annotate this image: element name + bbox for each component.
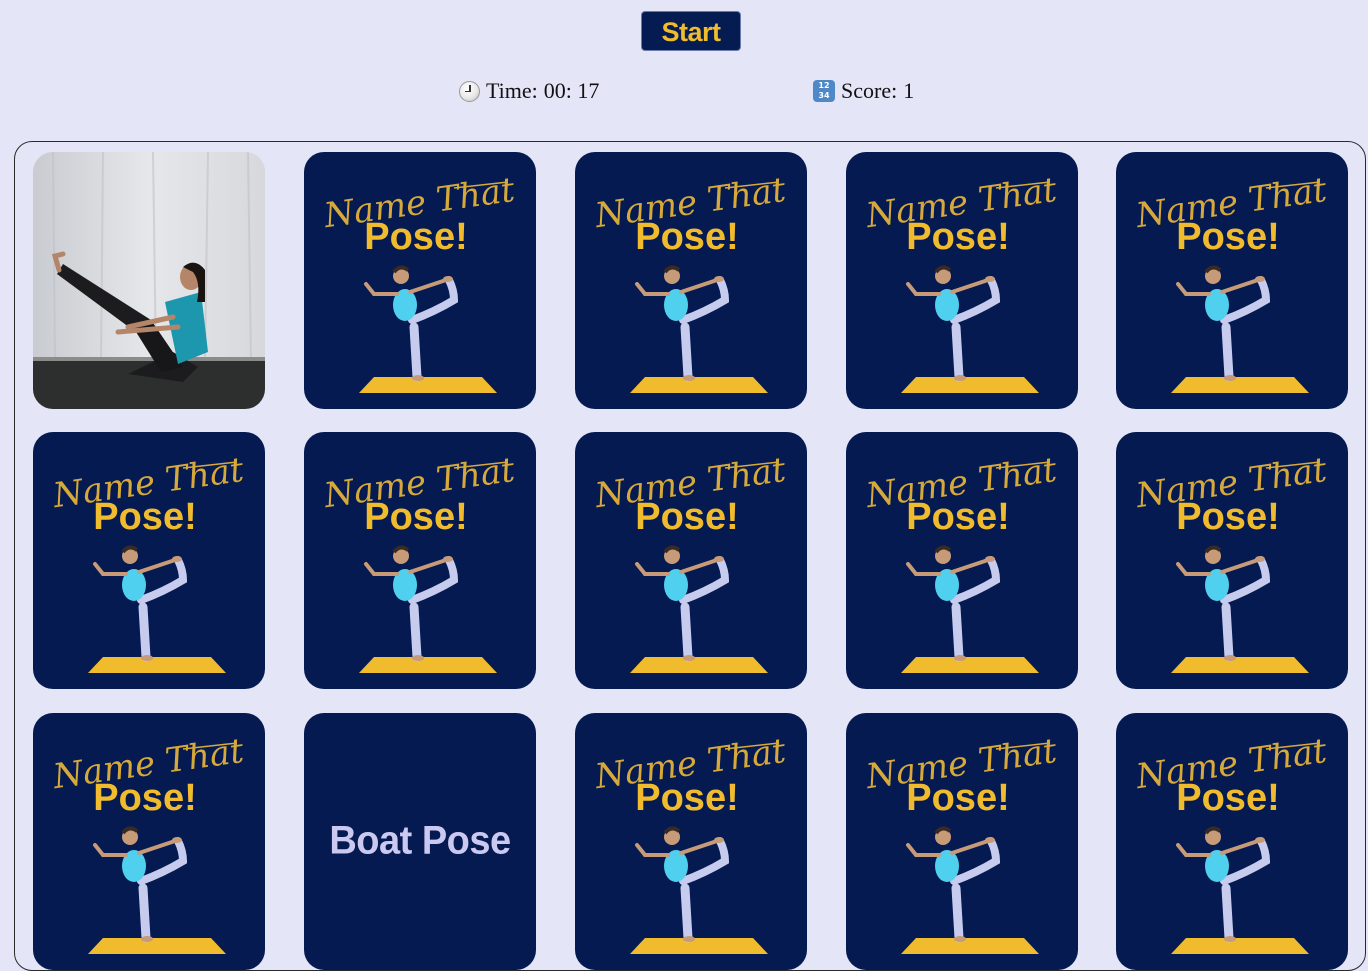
time-label: Time: [486,78,538,103]
memory-card-hidden[interactable]: Name That Pose! [304,152,536,409]
card-back-title: Pose! [1176,496,1279,538]
memory-card-hidden[interactable]: Name That Pose! [1116,432,1348,689]
dancer-pose-icon [635,826,730,943]
yoga-mat-icon [359,377,497,393]
memory-card-hidden[interactable]: Name That Pose! [33,432,265,689]
card-back-art: Name That Pose! [50,450,246,673]
card-back-art: Name That Pose! [1133,731,1329,954]
pose-photo [33,152,265,409]
dancer-pose-icon [635,265,730,382]
memory-card-name[interactable]: Boat Pose [304,713,536,970]
card-back-title: Pose! [906,777,1009,819]
yoga-mat-icon [901,657,1039,673]
score-value: 1 [903,78,915,103]
score-display: 12 34 Score: 1 [813,78,914,104]
card-back-art: Name That Pose! [592,731,788,954]
yoga-mat-icon [901,377,1039,393]
dancer-pose-icon [1176,545,1271,662]
dancer-pose-icon [1176,826,1271,943]
card-back-art: Name That Pose! [50,731,246,954]
dancer-pose-icon [1176,265,1271,382]
dancer-pose-icon [906,826,1001,943]
memory-card-photo[interactable] [33,152,265,409]
yoga-mat-icon [901,938,1039,954]
card-back-art: Name That Pose! [592,170,788,393]
yoga-mat-icon [359,657,497,673]
dancer-pose-icon [93,545,188,662]
card-back-art: Name That Pose! [321,450,517,673]
yoga-mat-icon [1171,377,1309,393]
card-back-title: Pose! [1176,216,1279,258]
score-label: Score: [841,78,898,103]
start-button[interactable]: Start [641,11,741,51]
memory-card-hidden[interactable]: Name That Pose! [1116,713,1348,970]
memory-card-hidden[interactable]: Name That Pose! [846,713,1078,970]
card-back-art: Name That Pose! [1133,170,1329,393]
dancer-pose-icon [906,545,1001,662]
card-back-art: Name That Pose! [1133,450,1329,673]
yoga-mat-icon [88,657,226,673]
card-back-title: Pose! [635,777,738,819]
card-back-title: Pose! [906,216,1009,258]
memory-card-hidden[interactable]: Name That Pose! [846,152,1078,409]
yoga-mat-icon [88,938,226,954]
card-back-title: Pose! [635,216,738,258]
card-back-art: Name That Pose! [592,450,788,673]
dancer-pose-icon [364,265,459,382]
memory-card-hidden[interactable]: Name That Pose! [1116,152,1348,409]
dancer-pose-icon [364,545,459,662]
card-back-title: Pose! [93,777,196,819]
pose-name-label: Boat Pose [329,818,511,864]
dancer-pose-icon [906,265,1001,382]
card-back-title: Pose! [1176,777,1279,819]
yoga-mat-icon [630,657,768,673]
memory-card-hidden[interactable]: Name That Pose! [304,432,536,689]
card-back-art: Name That Pose! [321,170,517,393]
timer-display: Time: 00: 17 [459,78,599,104]
card-back-art: Name That Pose! [863,731,1059,954]
memory-card-hidden[interactable]: Name That Pose! [575,713,807,970]
yoga-mat-icon [630,377,768,393]
card-back-title: Pose! [635,496,738,538]
dancer-pose-icon [93,826,188,943]
card-back-title: Pose! [364,216,467,258]
input-numbers-icon: 12 34 [813,80,835,102]
yoga-mat-icon [630,938,768,954]
clock-icon [459,80,480,102]
yoga-mat-icon [1171,657,1309,673]
card-back-art: Name That Pose! [863,170,1059,393]
memory-card-hidden[interactable]: Name That Pose! [33,713,265,970]
dancer-pose-icon [635,545,730,662]
time-value: 00: 17 [543,78,600,103]
memory-card-hidden[interactable]: Name That Pose! [575,152,807,409]
memory-card-hidden[interactable]: Name That Pose! [575,432,807,689]
memory-card-hidden[interactable]: Name That Pose! [846,432,1078,689]
card-back-title: Pose! [906,496,1009,538]
card-back-title: Pose! [93,496,196,538]
yoga-mat-icon [1171,938,1309,954]
card-back-art: Name That Pose! [863,450,1059,673]
card-back-title: Pose! [364,496,467,538]
